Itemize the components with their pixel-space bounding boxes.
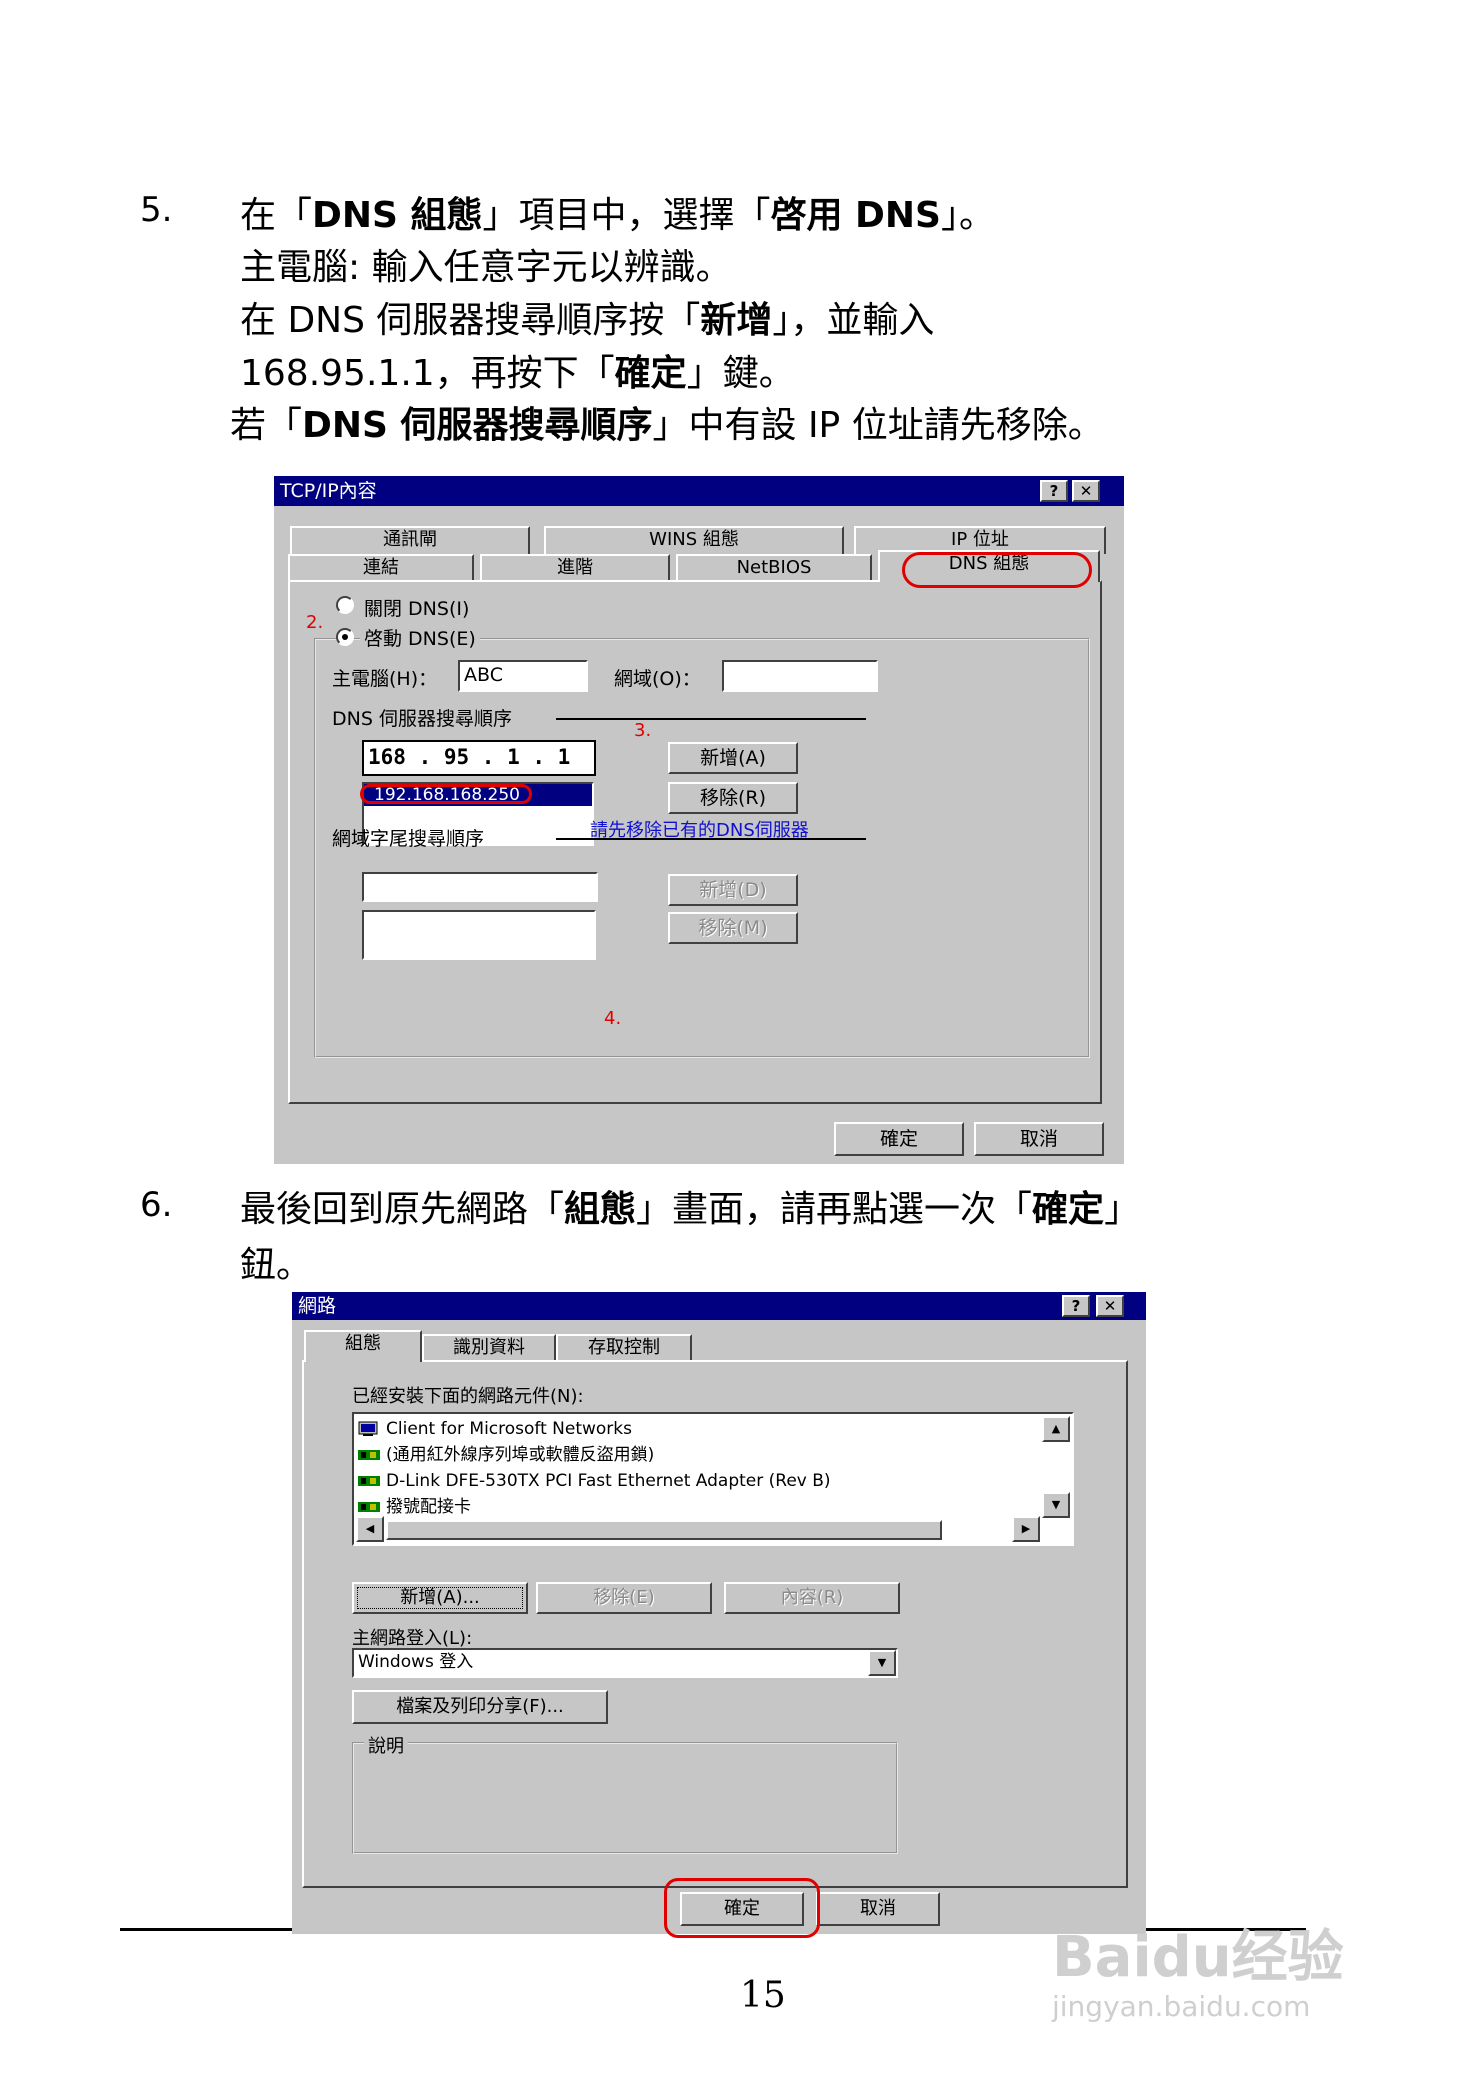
ok-button-highlight — [664, 1878, 820, 1938]
suffix-input[interactable] — [362, 872, 598, 902]
list-item[interactable]: (通用紅外線序列埠或軟體反盜用鎖) — [358, 1442, 654, 1468]
disable-dns-label: 關閉 DNS(I) — [364, 598, 470, 620]
watermark-brand: Baidu经验 — [1052, 1925, 1344, 1990]
dialog-titlebar: TCP/IP內容 — [274, 476, 1124, 506]
mark-4: 4. — [604, 1008, 622, 1029]
file-print-sharing-button[interactable]: 檔案及列印分享(F)... — [352, 1690, 608, 1724]
dialog-titlebar: 網路 — [292, 1292, 1146, 1320]
network-dialog: 網路 ? ✕ 組態 識別資料 存取控制 已經安裝下面的網路元件(N): Clie… — [292, 1292, 1146, 1938]
list-item[interactable]: Client for Microsoft Networks — [358, 1416, 632, 1442]
tab-wins[interactable]: WINS 組態 — [544, 526, 844, 554]
tab-configuration[interactable]: 組態 — [304, 1330, 422, 1362]
suffix-order-label: 網域字尾搜尋順序 — [332, 828, 485, 850]
dns-entry-highlight — [360, 784, 532, 804]
step-5-line-4: 168.95.1.1，再按下「確定」鍵。 — [240, 353, 795, 394]
components-label: 已經安裝下面的網路元件(N): — [352, 1386, 584, 1407]
enable-dns-label: 啓動 DNS(E) — [360, 624, 480, 651]
tab-advanced[interactable]: 進階 — [480, 554, 670, 582]
horizontal-scrollbar-thumb[interactable] — [386, 1520, 942, 1540]
step-6-line-2: 鈕。 — [240, 1245, 313, 1286]
suffix-add-button[interactable]: 新增(D) — [668, 874, 798, 906]
cancel-button[interactable]: 取消 — [974, 1122, 1104, 1156]
mark-2: 2. — [306, 612, 324, 633]
primary-logon-select[interactable]: Windows 登入 ▼ — [352, 1648, 898, 1678]
close-button[interactable]: ✕ — [1096, 1295, 1124, 1317]
dns-server-input[interactable]: 168 . 95 . 1 . 1 — [362, 740, 596, 776]
cancel-button[interactable]: 取消 — [816, 1892, 940, 1926]
description-label: 說明 — [364, 1732, 408, 1758]
dialog-title: TCP/IP內容 — [280, 480, 377, 502]
adapter-icon — [358, 1476, 380, 1486]
add-button[interactable]: 新增(A)... — [352, 1582, 528, 1614]
step-6-number: 6. — [140, 1185, 173, 1225]
step-5-line-3: 在 DNS 伺服器搜尋順序按「新增」，並輸入 — [240, 300, 935, 341]
host-label: 主電腦(H)： — [332, 668, 438, 690]
domain-label: 網域(O)： — [614, 668, 701, 690]
step-5-line-5: 若「DNS 伺服器搜尋順序」中有設 IP 位址請先移除。 — [230, 405, 1104, 446]
step-5-line-1: 在「DNS 組態」項目中，選擇「啓用 DNS」。 — [240, 195, 996, 236]
client-icon — [358, 1421, 378, 1436]
page-number: 15 — [740, 1975, 786, 2016]
list-item[interactable]: D-Link DFE-530TX PCI Fast Ethernet Adapt… — [358, 1468, 831, 1494]
dns-remove-button[interactable]: 移除(R) — [668, 782, 798, 814]
host-input[interactable]: ABC — [458, 660, 588, 692]
dns-order-label: DNS 伺服器搜尋順序 — [332, 708, 512, 730]
step-5-line-2: 主電腦: 輸入任意字元以辨識。 — [240, 247, 732, 288]
help-button[interactable]: ? — [1040, 480, 1068, 502]
tab-gateway[interactable]: 通訊閘 — [290, 526, 530, 554]
primary-logon-label: 主網路登入(L): — [352, 1628, 473, 1649]
enable-dns-radio[interactable] — [336, 628, 354, 646]
scroll-up-button[interactable]: ▲ — [1042, 1416, 1070, 1442]
chevron-down-icon[interactable]: ▼ — [868, 1650, 896, 1676]
components-list[interactable]: Client for Microsoft Networks (通用紅外線序列埠或… — [352, 1412, 1074, 1546]
step-5-number: 5. — [140, 190, 173, 230]
list-item-label: (通用紅外線序列埠或軟體反盜用鎖) — [386, 1445, 655, 1465]
step-6-line-1: 最後回到原先網路「組態」畫面，請再點選一次「確定」 — [240, 1189, 1141, 1230]
scroll-left-button[interactable]: ◀ — [356, 1516, 384, 1542]
domain-input[interactable] — [722, 660, 878, 692]
tab-identification[interactable]: 識別資料 — [422, 1334, 556, 1362]
list-item-label: 撥號配接卡 — [386, 1497, 471, 1517]
suffix-list[interactable] — [362, 910, 596, 960]
disable-dns-radio[interactable] — [336, 596, 354, 614]
watermark-url: jingyan.baidu.com — [1052, 1990, 1311, 2023]
adapter-icon — [358, 1502, 380, 1512]
list-item-label: D-Link DFE-530TX PCI Fast Ethernet Adapt… — [386, 1471, 831, 1491]
scroll-down-button[interactable]: ▼ — [1042, 1492, 1070, 1518]
list-item-label: Client for Microsoft Networks — [386, 1419, 633, 1439]
radio-selected-dot — [342, 634, 348, 640]
primary-logon-value: Windows 登入 — [358, 1652, 474, 1672]
suffix-remove-button[interactable]: 移除(M) — [668, 912, 798, 944]
tab-netbios[interactable]: NetBIOS — [676, 554, 872, 582]
description-groupbox — [352, 1742, 898, 1854]
dns-add-button[interactable]: 新增(A) — [668, 742, 798, 774]
remove-button[interactable]: 移除(E) — [536, 1582, 712, 1614]
ok-button[interactable]: 確定 — [834, 1122, 964, 1156]
suffix-order-separator — [556, 838, 866, 840]
dns-tab-highlight — [902, 552, 1092, 588]
footer-rule-left — [120, 1928, 292, 1931]
dns-order-separator — [556, 718, 866, 720]
tcpip-properties-dialog: TCP/IP內容 ? ✕ 通訊閘 WINS 組態 IP 位址 連結 進階 Net… — [274, 476, 1124, 1164]
scroll-right-button[interactable]: ▶ — [1012, 1516, 1040, 1542]
tab-access-control[interactable]: 存取控制 — [556, 1334, 692, 1362]
properties-button[interactable]: 內容(R) — [724, 1582, 900, 1614]
adapter-icon — [358, 1450, 380, 1460]
tab-bindings[interactable]: 連結 — [288, 554, 474, 582]
help-button[interactable]: ? — [1062, 1295, 1090, 1317]
dialog-title: 網路 — [298, 1295, 337, 1317]
mark-3: 3. — [634, 720, 652, 741]
close-button[interactable]: ✕ — [1072, 480, 1100, 502]
